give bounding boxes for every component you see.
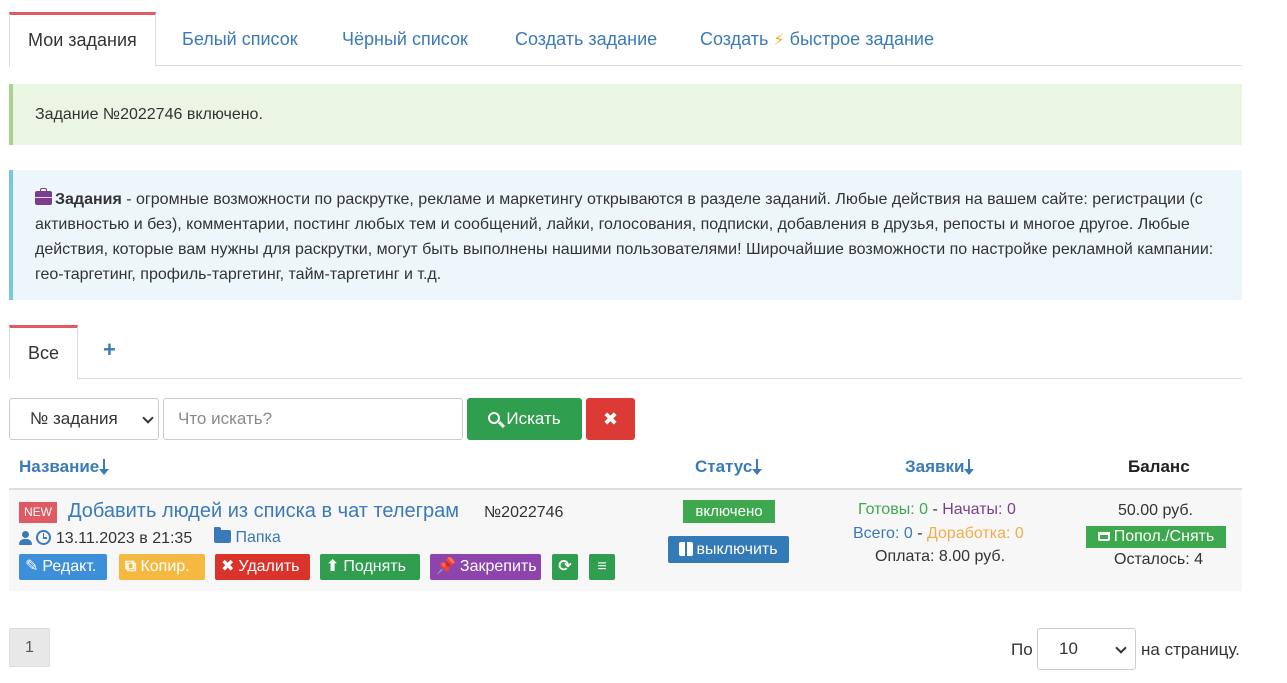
column-header-balance: Баланс xyxy=(1128,457,1190,476)
task-title-link[interactable]: Добавить людей из списка в чат телеграм xyxy=(68,500,459,523)
separator-dash: - xyxy=(917,525,927,542)
started-label: Начаты: xyxy=(942,501,1003,518)
info-title: Задания xyxy=(55,191,122,208)
delete-label: Удалить xyxy=(238,558,300,575)
topup-label: Попол./Снять xyxy=(1113,528,1215,545)
payment-amount: Оплата: 8.00 руб. xyxy=(875,548,1006,565)
separator-dash: - xyxy=(932,501,943,518)
column-header-requests[interactable]: Заявки xyxy=(905,455,975,479)
started-count[interactable]: 0 xyxy=(1007,501,1016,518)
search-field-select[interactable]: № задания xyxy=(9,398,159,440)
refresh-icon: ⟳ xyxy=(558,558,572,575)
column-header-requests-label: Заявки xyxy=(905,457,965,476)
page-1-button[interactable]: 1 xyxy=(9,628,50,667)
column-header-name-label: Название xyxy=(19,457,100,476)
chevron-down-icon xyxy=(142,412,154,424)
tab-create-quick-task[interactable]: Создать ⚡ быстрое задание xyxy=(700,12,934,66)
delete-button[interactable]: ✖ Удалить xyxy=(215,554,310,580)
thumbtack-icon: 📌 xyxy=(436,558,456,575)
copy-icon: ⧉ xyxy=(125,558,137,575)
success-alert-text: Задание №2022746 включено. xyxy=(35,106,263,123)
new-badge: NEW xyxy=(19,502,57,523)
remaining-count: Осталось: 4 xyxy=(1114,551,1204,568)
search-button[interactable]: Искать xyxy=(467,398,582,440)
task-number: №2022746 xyxy=(484,504,564,521)
topup-withdraw-button[interactable]: Попол./Снять xyxy=(1086,526,1226,548)
copy-label: Копир. xyxy=(140,558,190,575)
disable-button[interactable]: выключить xyxy=(668,536,789,563)
requests-total-rework: Всего: 0 - Доработка: 0 xyxy=(853,525,1024,543)
pin-button[interactable]: 📌 Закрепить xyxy=(430,554,541,580)
tab-create-quick-label-pre: Создать xyxy=(700,29,769,49)
sort-arrow-icon xyxy=(99,459,110,475)
per-page-suffix: на страницу. xyxy=(1141,640,1240,659)
clear-search-button[interactable]: ✖ xyxy=(586,398,635,440)
info-alert: Задания - огромные возможности по раскру… xyxy=(9,170,1242,300)
pencil-icon: ✎ xyxy=(25,558,39,575)
clock-icon xyxy=(36,530,52,545)
total-count[interactable]: 0 xyxy=(904,525,913,542)
search-button-label: Искать xyxy=(506,409,561,428)
close-icon: ✖ xyxy=(602,409,619,429)
user-icon[interactable] xyxy=(19,531,32,545)
tab-my-tasks[interactable]: Мои задания xyxy=(9,12,156,67)
rework-count[interactable]: 0 xyxy=(1015,525,1024,542)
add-folder-icon[interactable]: + xyxy=(103,337,116,363)
folder-tabs: Все + xyxy=(9,325,1242,380)
ready-count[interactable]: 0 xyxy=(919,501,928,518)
chevron-down-icon xyxy=(1115,642,1127,654)
tab-create-task[interactable]: Создать задание xyxy=(515,12,657,66)
edit-label: Редакт. xyxy=(42,558,97,575)
sort-arrow-icon xyxy=(964,459,975,475)
main-tabs: Мои задания Белый список Чёрный список С… xyxy=(9,12,1242,67)
tab-create-quick-label-post: быстрое задание xyxy=(789,29,934,49)
copy-button[interactable]: ⧉ Копир. xyxy=(119,554,205,580)
briefcase-icon xyxy=(35,188,52,205)
folder-link[interactable]: Папка xyxy=(214,527,281,548)
database-button[interactable]: ≡ xyxy=(589,554,615,580)
refresh-button[interactable]: ⟳ xyxy=(552,554,578,580)
database-icon: ≡ xyxy=(597,558,607,575)
folder-label: Папка xyxy=(235,529,281,546)
raise-label: Поднять xyxy=(343,558,406,575)
per-page-prefix: По xyxy=(1011,640,1033,659)
column-header-name[interactable]: Название xyxy=(19,455,110,479)
pin-label: Закрепить xyxy=(459,558,537,575)
ready-label: Готовы: xyxy=(858,501,915,518)
per-page-value: 10 xyxy=(1059,639,1078,658)
arrow-up-icon: ⬆ xyxy=(326,558,340,575)
tab-blacklist[interactable]: Чёрный список xyxy=(342,12,468,66)
total-label: Всего: xyxy=(853,525,900,542)
bolt-icon: ⚡ xyxy=(773,32,785,49)
raise-button[interactable]: ⬆ Поднять xyxy=(320,554,420,580)
balance-amount: 50.00 руб. xyxy=(1118,502,1193,519)
task-date: 13.11.2023 в 21:35 xyxy=(55,530,193,547)
task-meta: 13.11.2023 в 21:35 xyxy=(19,528,192,548)
times-icon: ✖ xyxy=(221,558,235,575)
success-alert: Задание №2022746 включено. xyxy=(9,84,1242,145)
shopping-cart-icon xyxy=(1097,532,1110,541)
disable-label: выключить xyxy=(696,541,778,558)
pause-icon xyxy=(679,542,694,556)
column-header-status-label: Статус xyxy=(695,457,753,476)
rework-label: Доработка: xyxy=(927,525,1011,542)
info-text: - огромные возможности по раскрутке, рек… xyxy=(35,191,1214,283)
tab-all[interactable]: Все xyxy=(9,325,78,380)
status-badge: включено xyxy=(683,500,775,523)
sort-arrow-icon xyxy=(752,459,763,475)
search-input[interactable] xyxy=(163,398,463,440)
search-icon xyxy=(488,412,501,424)
folder-icon xyxy=(214,527,231,543)
column-header-status[interactable]: Статус xyxy=(695,455,763,479)
tab-whitelist[interactable]: Белый список xyxy=(182,12,298,66)
requests-ready-started: Готовы: 0 - Начаты: 0 xyxy=(858,501,1016,519)
per-page-select[interactable]: 10 xyxy=(1037,628,1136,670)
search-field-value: № задания xyxy=(30,409,118,428)
edit-button[interactable]: ✎ Редакт. xyxy=(19,554,107,580)
